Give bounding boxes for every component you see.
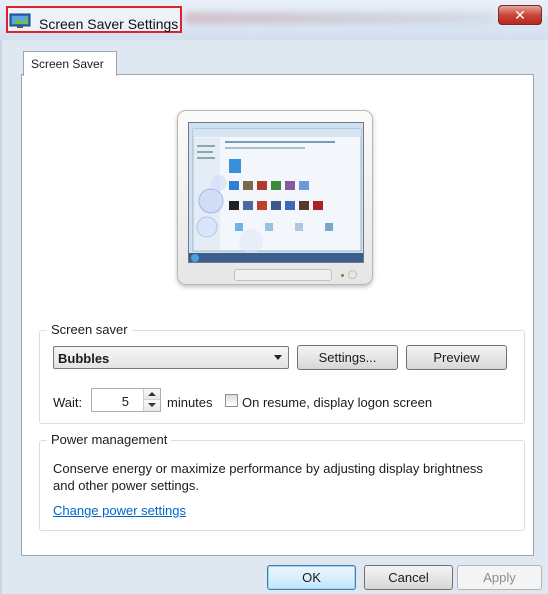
chevron-down-icon	[274, 355, 282, 360]
wait-spin-buttons[interactable]	[143, 389, 160, 411]
background-title-blur	[185, 12, 495, 24]
preview-button[interactable]: Preview	[406, 345, 507, 370]
ok-button[interactable]: OK	[267, 565, 356, 590]
arrow-up-icon	[148, 392, 156, 396]
screen-saver-legend: Screen saver	[47, 322, 132, 337]
monitor-stand-slot	[234, 269, 332, 281]
display-properties-icon	[9, 13, 31, 28]
power-led	[341, 274, 344, 277]
title-bar[interactable]: Screen Saver Settings ✕	[0, 0, 548, 40]
spin-down-button[interactable]	[144, 400, 160, 411]
power-management-legend: Power management	[47, 432, 172, 447]
close-button[interactable]: ✕	[498, 5, 542, 25]
window-title: Screen Saver Settings	[39, 16, 179, 32]
desktop-preview-image	[189, 123, 363, 262]
arrow-down-icon	[148, 403, 156, 407]
monitor-power-button	[348, 270, 357, 279]
tab-screen-saver[interactable]: Screen Saver	[23, 51, 117, 76]
power-description: Conserve energy or maximize performance …	[53, 461, 483, 493]
wait-value[interactable]: 5	[95, 394, 129, 409]
spin-up-button[interactable]	[144, 389, 160, 400]
preview-screen	[188, 122, 364, 263]
close-icon: ✕	[514, 7, 526, 23]
tab-label: Screen Saver	[31, 57, 104, 71]
screen-saver-selected-value: Bubbles	[58, 351, 110, 366]
cancel-button[interactable]: Cancel	[364, 565, 453, 590]
resume-logon-label[interactable]: On resume, display logon screen	[242, 395, 432, 410]
settings-button[interactable]: Settings...	[297, 345, 398, 370]
resume-logon-checkbox[interactable]	[225, 394, 238, 407]
minutes-label: minutes	[167, 395, 213, 410]
change-power-settings-link[interactable]: Change power settings	[53, 503, 186, 518]
apply-button[interactable]: Apply	[457, 565, 542, 590]
screen-saver-select[interactable]: Bubbles	[53, 346, 289, 369]
wait-label: Wait:	[53, 395, 83, 410]
window-left-border	[0, 40, 2, 594]
